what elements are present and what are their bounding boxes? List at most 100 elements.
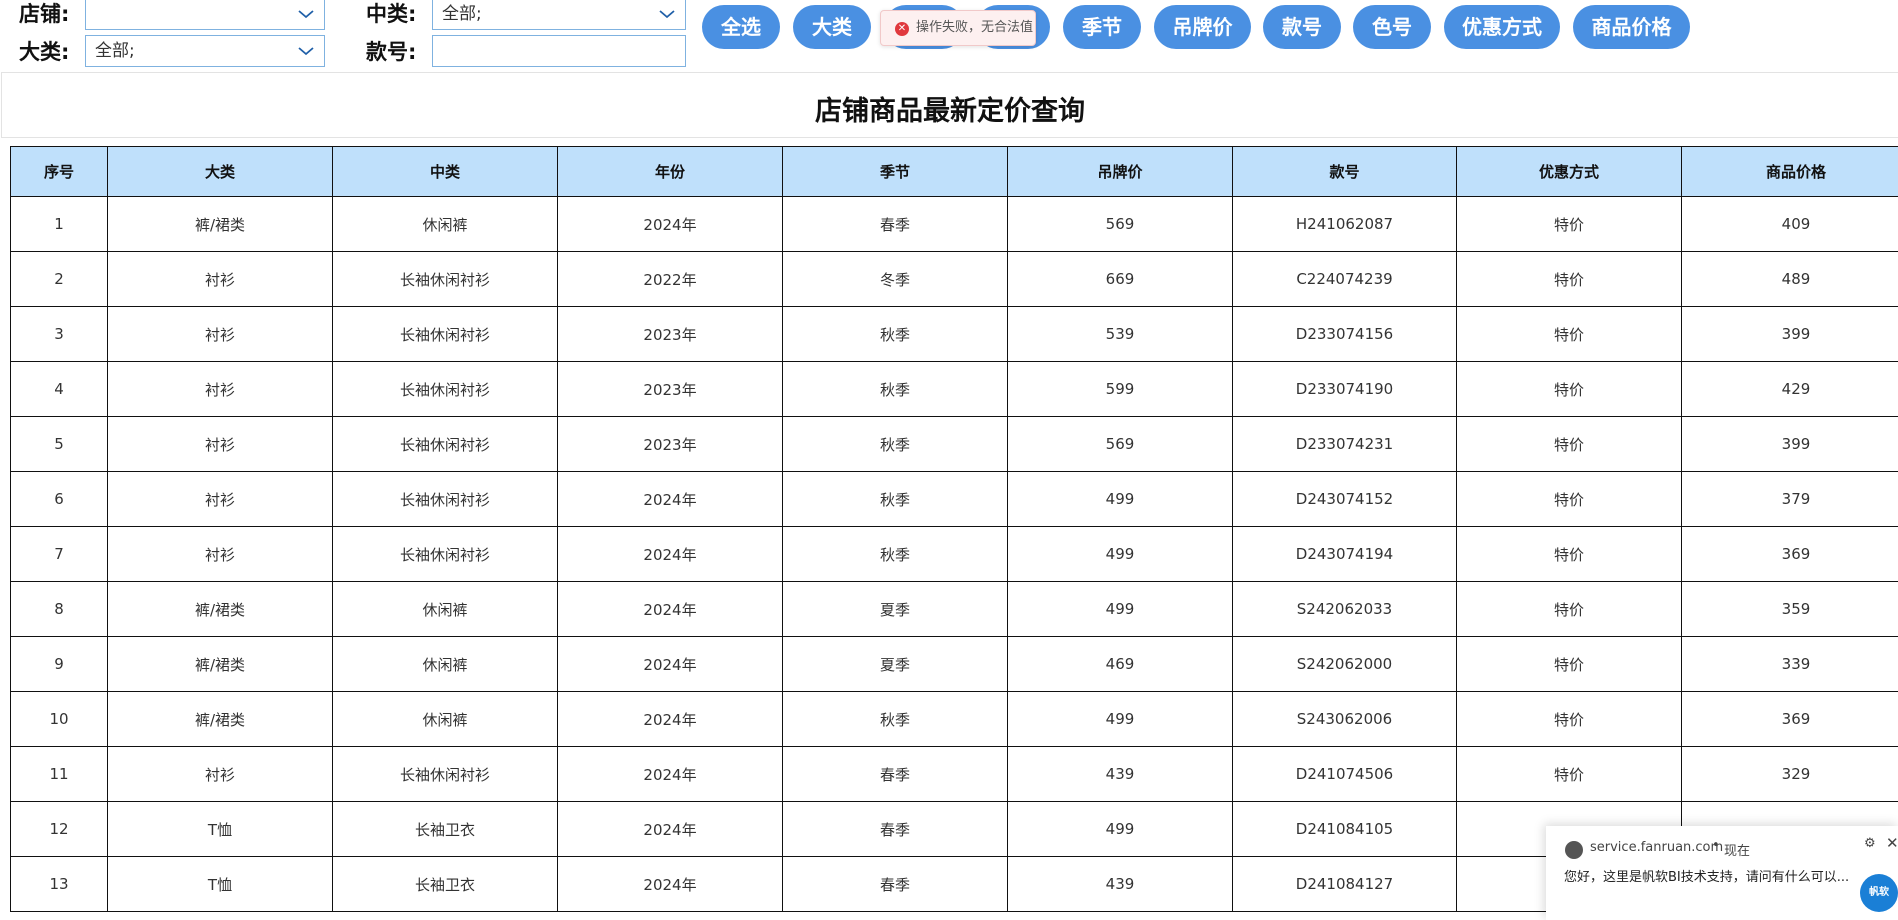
category-select-value: 全部;	[95, 41, 135, 61]
cell-category: 衬衫	[107, 416, 333, 472]
style-number-input[interactable]	[432, 35, 686, 67]
chat-notification[interactable]: service.fanruan.com • 现在 ⚙ ✕ 您好，这里是帆软BI技…	[1546, 826, 1898, 920]
cell-tag-price: 499	[1007, 471, 1233, 527]
store-label: 店铺:	[19, 2, 70, 26]
cell-style-number: D233074190	[1232, 361, 1457, 417]
style-label: 款号:	[366, 40, 417, 64]
cell-style-number: H241062087	[1232, 196, 1457, 252]
cell-style-number: S243062006	[1232, 691, 1457, 747]
cell-midcategory: 长袖卫衣	[332, 856, 558, 912]
cell-discount-method: 特价	[1456, 361, 1682, 417]
chat-badge[interactable]: 帆软	[1860, 874, 1898, 912]
cell-discount-method: 特价	[1456, 526, 1682, 582]
discount-method-button[interactable]: 优惠方式	[1444, 5, 1560, 49]
cell-discount-method: 特价	[1456, 251, 1682, 307]
cell-midcategory: 长袖休闲衬衫	[332, 416, 558, 472]
column-header-midcategory[interactable]: 中类	[332, 146, 558, 197]
cell-season: 春季	[782, 856, 1008, 912]
cell-index: 10	[10, 691, 108, 747]
table-row[interactable]: 8 裤/裙类 休闲裤 2024年 夏季 499 S242062033 特价 359	[10, 581, 1898, 637]
cell-discount-method: 特价	[1456, 636, 1682, 692]
table-row[interactable]: 4 衬衫 长袖休闲衬衫 2023年 秋季 599 D233074190 特价 429	[10, 361, 1898, 417]
cell-tag-price: 569	[1007, 196, 1233, 252]
cell-tag-price: 439	[1007, 746, 1233, 802]
cell-category: 衬衫	[107, 746, 333, 802]
cell-index: 3	[10, 306, 108, 362]
cell-style-number: D241084127	[1232, 856, 1457, 912]
cell-year: 2024年	[557, 471, 783, 527]
cell-category: 衬衫	[107, 361, 333, 417]
error-toast-message: 操作失败，无合法值	[916, 20, 1034, 35]
cell-category: 裤/裙类	[107, 691, 333, 747]
cell-year: 2024年	[557, 746, 783, 802]
cell-midcategory: 长袖休闲衬衫	[332, 361, 558, 417]
column-header-index[interactable]: 序号	[10, 146, 108, 197]
product-price-button[interactable]: 商品价格	[1573, 5, 1690, 49]
tag-price-button[interactable]: 吊牌价	[1154, 5, 1251, 49]
midcategory-select[interactable]: 全部;	[432, 0, 686, 30]
cell-midcategory: 长袖休闲衬衫	[332, 526, 558, 582]
table-row[interactable]: 5 衬衫 长袖休闲衬衫 2023年 秋季 569 D233074231 特价 399	[10, 416, 1898, 472]
cell-category: 裤/裙类	[107, 581, 333, 637]
cell-tag-price: 539	[1007, 306, 1233, 362]
chevron-down-icon	[659, 10, 675, 19]
season-button[interactable]: 季节	[1063, 5, 1141, 49]
cell-tag-price: 569	[1007, 416, 1233, 472]
cell-tag-price: 469	[1007, 636, 1233, 692]
cell-discount-method: 特价	[1456, 471, 1682, 527]
table-row[interactable]: 10 裤/裙类 休闲裤 2024年 秋季 499 S243062006 特价 369	[10, 691, 1898, 747]
column-header-category[interactable]: 大类	[107, 146, 333, 197]
column-header-product-price[interactable]: 商品价格	[1681, 146, 1898, 197]
report-title-box: 店铺商品最新定价查询	[1, 72, 1898, 138]
cell-year: 2023年	[557, 306, 783, 362]
cell-index: 6	[10, 471, 108, 527]
cell-discount-method: 特价	[1456, 416, 1682, 472]
table-row[interactable]: 3 衬衫 长袖休闲衬衫 2023年 秋季 539 D233074156 特价 399	[10, 306, 1898, 362]
cell-midcategory: 长袖休闲衬衫	[332, 306, 558, 362]
cell-product-price: 379	[1681, 471, 1898, 527]
cell-year: 2022年	[557, 251, 783, 307]
store-select[interactable]	[85, 0, 325, 30]
gear-icon[interactable]: ⚙	[1864, 836, 1876, 851]
cell-midcategory: 休闲裤	[332, 581, 558, 637]
price-table: 序号 大类 中类 年份 季节 吊牌价 款号 优惠方式 商品价格 1 裤/裙类 休闲裤…	[10, 146, 1898, 912]
cell-product-price: 399	[1681, 416, 1898, 472]
cell-style-number: S242062000	[1232, 636, 1457, 692]
table-row[interactable]: 11 衬衫 长袖休闲衬衫 2024年 春季 439 D241074506 特价 329	[10, 746, 1898, 802]
cell-season: 春季	[782, 196, 1008, 252]
category-select[interactable]: 全部;	[85, 35, 325, 67]
cell-category: 衬衫	[107, 526, 333, 582]
column-header-season[interactable]: 季节	[782, 146, 1008, 197]
cell-category: 裤/裙类	[107, 196, 333, 252]
cell-index: 13	[10, 856, 108, 912]
column-header-discount-method[interactable]: 优惠方式	[1456, 146, 1682, 197]
cell-year: 2024年	[557, 526, 783, 582]
category-button[interactable]: 大类	[793, 5, 871, 49]
cell-midcategory: 休闲裤	[332, 196, 558, 252]
chat-message: 您好，这里是帆软BI技术支持，请问有什么可以...	[1564, 870, 1850, 885]
color-number-button[interactable]: 色号	[1353, 5, 1431, 49]
cell-category: 衬衫	[107, 306, 333, 362]
table-row[interactable]: 6 衬衫 长袖休闲衬衫 2024年 秋季 499 D243074152 特价 379	[10, 471, 1898, 527]
cell-year: 2024年	[557, 636, 783, 692]
cell-index: 8	[10, 581, 108, 637]
column-header-style-number[interactable]: 款号	[1232, 146, 1457, 197]
cell-product-price: 399	[1681, 306, 1898, 362]
style-number-button[interactable]: 款号	[1263, 5, 1341, 49]
table-row[interactable]: 2 衬衫 长袖休闲衬衫 2022年 冬季 669 C224074239 特价 489	[10, 251, 1898, 307]
cell-product-price: 369	[1681, 691, 1898, 747]
select-all-button[interactable]: 全选	[702, 5, 780, 49]
cell-year: 2023年	[557, 361, 783, 417]
cell-midcategory: 长袖休闲衬衫	[332, 251, 558, 307]
close-icon[interactable]: ✕	[1886, 834, 1898, 852]
column-header-tag-price[interactable]: 吊牌价	[1007, 146, 1233, 197]
table-row[interactable]: 9 裤/裙类 休闲裤 2024年 夏季 469 S242062000 特价 339	[10, 636, 1898, 692]
table-row[interactable]: 1 裤/裙类 休闲裤 2024年 春季 569 H241062087 特价 409	[10, 196, 1898, 252]
table-row[interactable]: 7 衬衫 长袖休闲衬衫 2024年 秋季 499 D243074194 特价 369	[10, 526, 1898, 582]
cell-tag-price: 669	[1007, 251, 1233, 307]
cell-index: 11	[10, 746, 108, 802]
cell-product-price: 489	[1681, 251, 1898, 307]
cell-discount-method: 特价	[1456, 691, 1682, 747]
column-header-year[interactable]: 年份	[557, 146, 783, 197]
cell-product-price: 409	[1681, 196, 1898, 252]
